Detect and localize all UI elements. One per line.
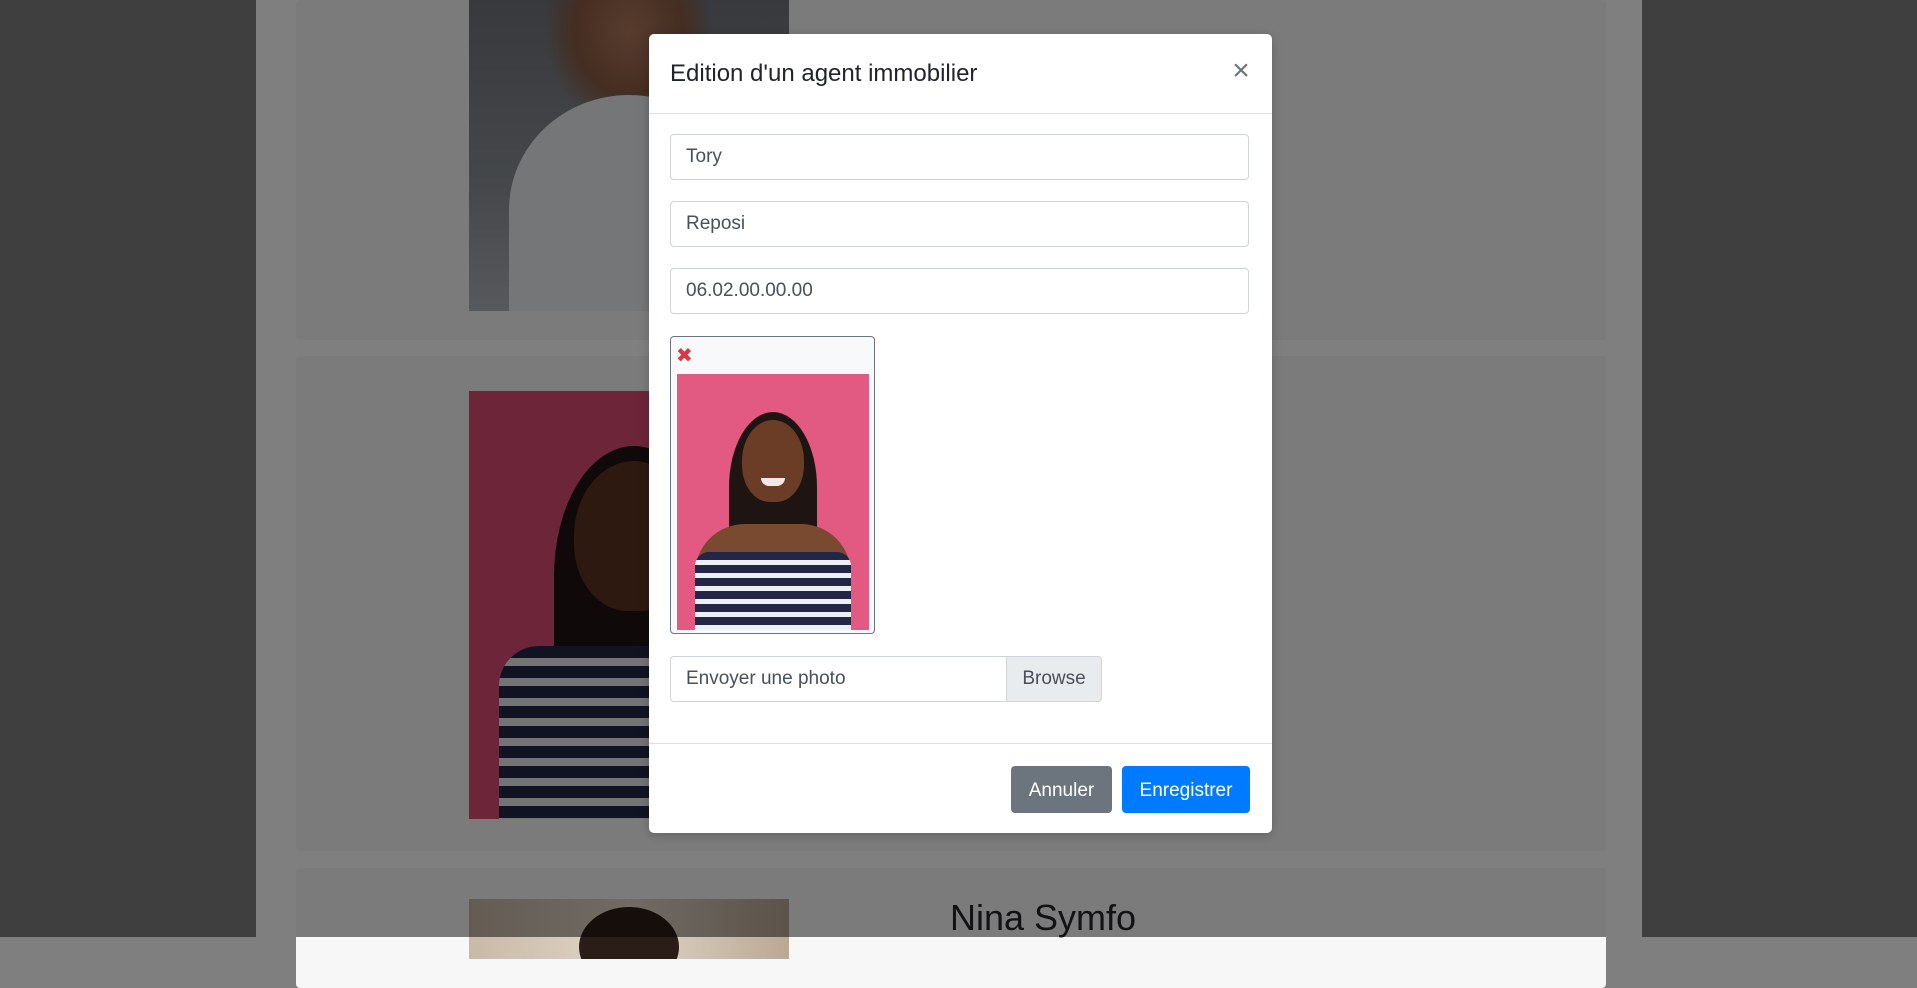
file-upload[interactable]: Envoyer une photo Browse [670, 656, 1102, 702]
save-button[interactable]: Enregistrer [1122, 766, 1250, 813]
file-upload-label[interactable]: Envoyer une photo [670, 656, 1006, 702]
browse-button[interactable]: Browse [1006, 656, 1102, 702]
edit-agent-modal: Edition d'un agent immobilier × ✖ Envoye… [649, 34, 1272, 833]
last-name-input[interactable] [670, 201, 1249, 247]
preview-image [677, 374, 869, 630]
modal-title: Edition d'un agent immobilier [670, 60, 978, 87]
close-icon[interactable]: × [1226, 56, 1256, 86]
photo-preview: ✖ [670, 336, 875, 634]
phone-input[interactable] [670, 268, 1249, 314]
first-name-input[interactable] [670, 134, 1249, 180]
modal-header: Edition d'un agent immobilier × [649, 34, 1272, 114]
remove-photo-icon[interactable]: ✖ [676, 346, 694, 366]
modal-footer: Annuler Enregistrer [649, 743, 1272, 834]
cancel-button[interactable]: Annuler [1011, 766, 1112, 813]
